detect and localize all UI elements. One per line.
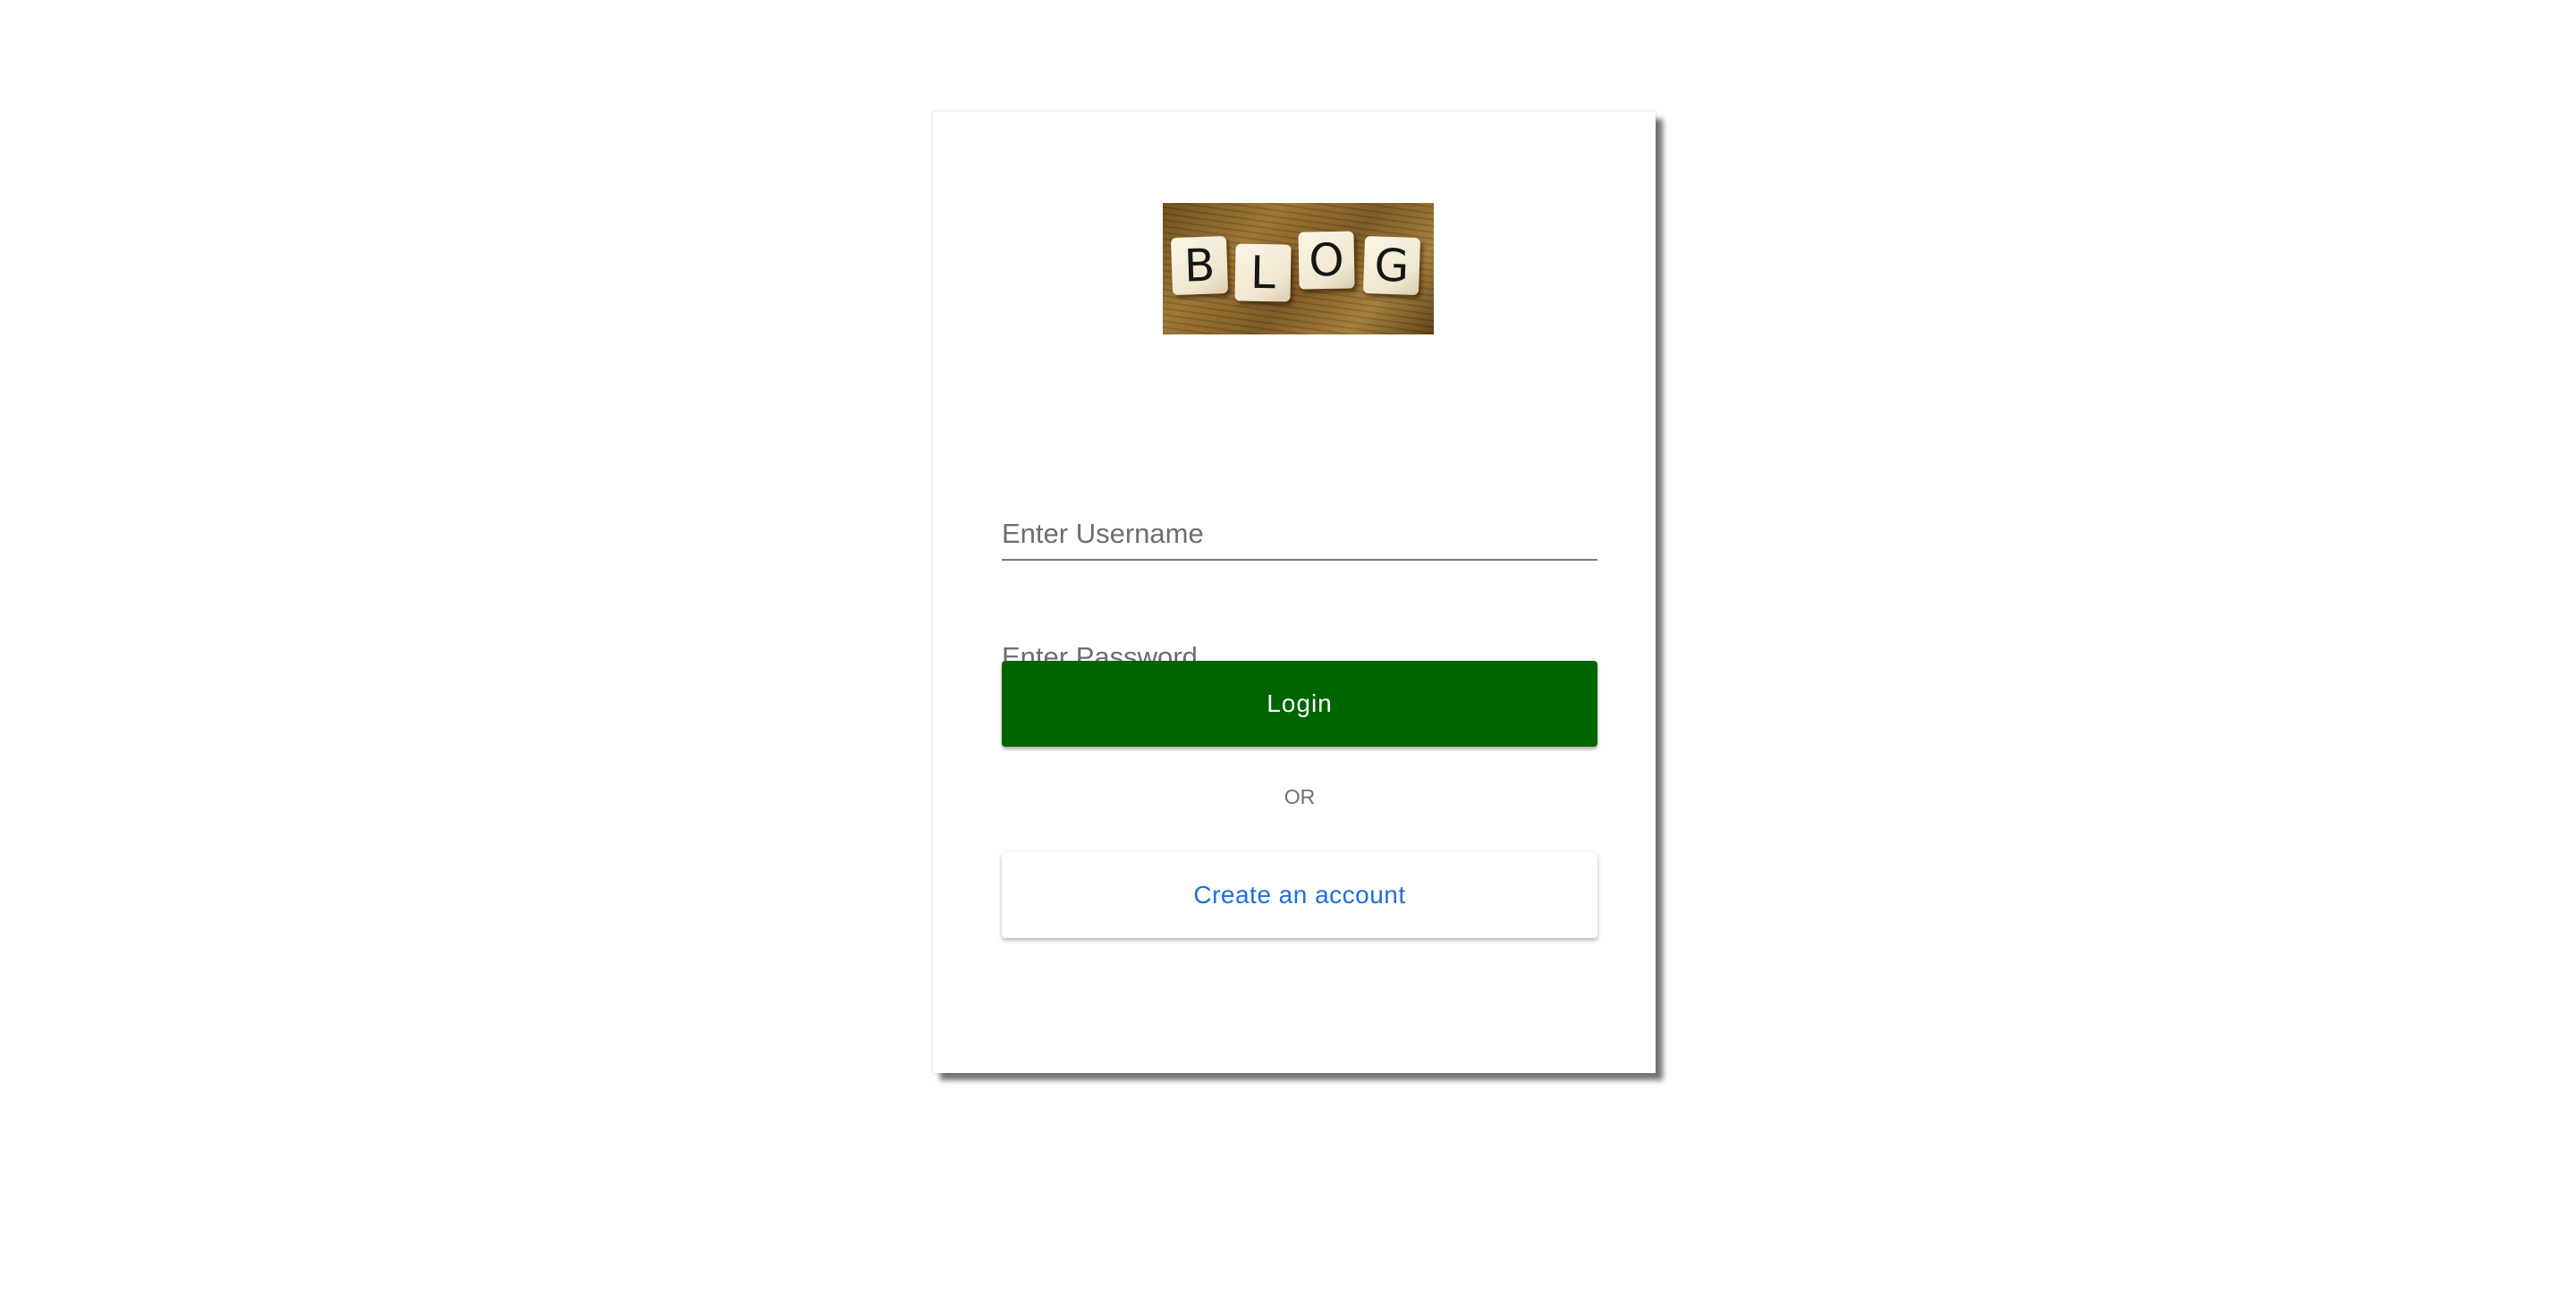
logo-tile-b: B: [1170, 235, 1229, 296]
logo-tile-o: O: [1298, 231, 1355, 290]
login-card: B L O G Login OR Create an account: [933, 112, 1656, 1073]
logo-tile-g: G: [1362, 235, 1421, 296]
login-button[interactable]: Login: [1002, 661, 1597, 747]
username-input[interactable]: [1002, 518, 1597, 550]
page: B L O G Login OR Create an account: [0, 0, 2576, 1302]
create-account-button[interactable]: Create an account: [1002, 852, 1597, 938]
blog-logo-image: B L O G: [1163, 203, 1434, 334]
username-field[interactable]: [1002, 502, 1597, 561]
or-separator: OR: [1284, 785, 1316, 808]
logo-tile-l: L: [1234, 243, 1292, 302]
